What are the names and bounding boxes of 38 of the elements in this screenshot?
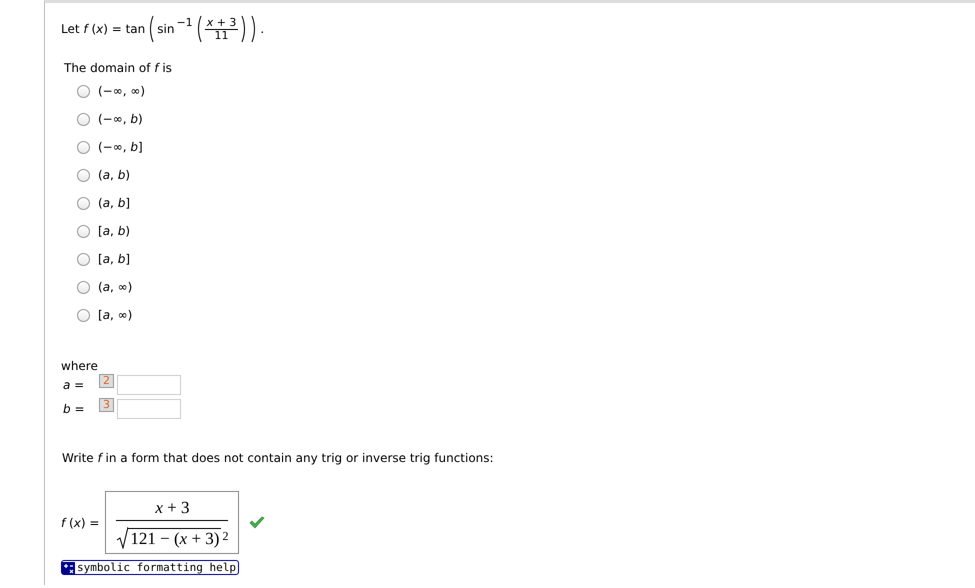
radio-button[interactable] <box>77 196 90 210</box>
radio-button[interactable] <box>77 140 90 154</box>
option-label: (a, ∞) <box>98 280 132 294</box>
plus-minus-icon <box>62 562 75 574</box>
input-field[interactable] <box>117 375 181 395</box>
input-field[interactable] <box>117 399 181 419</box>
option-label: [a, ∞) <box>98 308 132 322</box>
function-name: sin <box>157 22 174 36</box>
radio-button[interactable] <box>77 168 90 182</box>
option-label: (−∞, ∞) <box>98 84 146 98</box>
option-label: (a, b) <box>98 168 130 182</box>
radio-button[interactable] <box>77 252 90 266</box>
radio-button[interactable] <box>77 84 90 98</box>
domain-prompt: The domain of f is <box>64 61 173 75</box>
option-label: (−∞, b) <box>98 112 143 126</box>
parenthesis-icon <box>147 15 156 43</box>
option-label: (a, b] <box>98 196 130 210</box>
question-text: Let f (x) = tan <box>61 22 146 36</box>
exponent: −1 <box>176 16 193 29</box>
answer-number-tag: 2 <box>99 374 114 388</box>
radio-button[interactable] <box>77 280 90 294</box>
instruction-text: Write f in a form that does not contain any trig or inverse trig functions: <box>62 451 495 465</box>
answer-label: f (x) = <box>61 516 100 530</box>
radio-button[interactable] <box>77 112 90 126</box>
where-label: where <box>61 359 99 373</box>
answer-number-tag: 3 <box>99 398 114 412</box>
parameter-label: a = <box>63 378 86 392</box>
option-label: (−∞, b] <box>98 140 143 154</box>
radio-button[interactable] <box>77 308 90 322</box>
denominator: 11 <box>214 30 229 42</box>
option-label: [a, b) <box>98 224 130 238</box>
numerator: x + 3 <box>204 16 238 30</box>
help-link[interactable]: symbolic formatting help <box>61 560 239 575</box>
period: . <box>260 22 264 36</box>
parameter-label: b = <box>63 402 86 416</box>
radio-button[interactable] <box>77 224 90 238</box>
square-root-icon <box>116 527 128 549</box>
option-label: [a, b] <box>98 252 130 266</box>
